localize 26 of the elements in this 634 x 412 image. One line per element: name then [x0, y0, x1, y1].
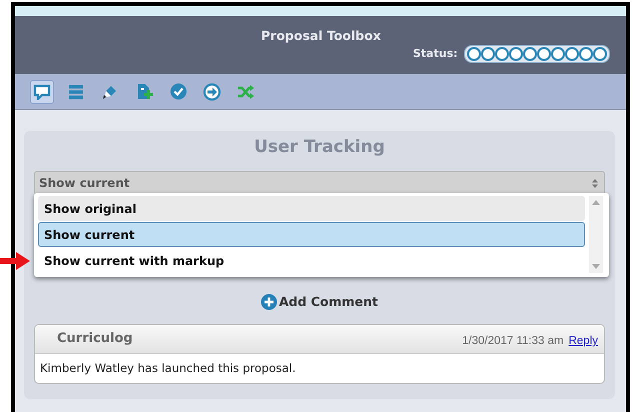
dropdown-option[interactable]: Show current: [38, 222, 585, 247]
shuffle-icon: [237, 84, 255, 100]
dropdown-option[interactable]: Show current with markup: [38, 248, 585, 273]
comment-tool-button[interactable]: [30, 80, 54, 104]
panel-title: User Tracking: [253, 136, 386, 159]
eraser-icon: [102, 84, 118, 100]
select-arrows-icon: [592, 178, 598, 188]
comment-timestamp: 1/30/2017 11:33 am: [462, 335, 564, 347]
window-title: Proposal Toolbox: [261, 27, 381, 45]
pointer-arrow: [0, 250, 30, 271]
add-file-icon: [136, 82, 152, 100]
add-icon[interactable]: [260, 294, 277, 310]
approve-icon: [170, 83, 186, 100]
comment-icon: [33, 84, 51, 100]
arrow-circle-icon: [203, 82, 221, 100]
reply-link[interactable]: Reply: [568, 335, 598, 347]
status-label: Status:: [413, 46, 458, 62]
comment-text: Kimberly Watley has launched this proposal.: [39, 360, 297, 377]
list-icon: [68, 84, 84, 100]
scroll-up-icon[interactable]: [592, 200, 600, 205]
scrollbar[interactable]: [589, 196, 603, 273]
view-select[interactable]: Show current: [34, 170, 605, 194]
scroll-down-icon[interactable]: [592, 264, 600, 269]
add-comment-link[interactable]: Add Comment: [278, 293, 378, 312]
dropdown-option[interactable]: Show original: [38, 196, 585, 221]
comment-author: Curriculog: [57, 330, 133, 348]
